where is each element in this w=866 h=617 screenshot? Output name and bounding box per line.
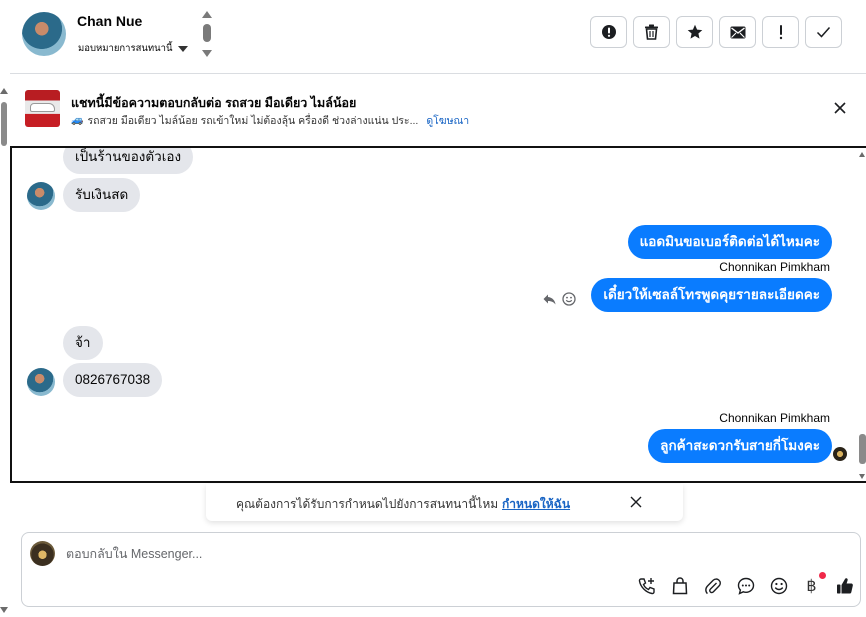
conversation-stepper[interactable] bbox=[202, 11, 212, 57]
baht-payment-icon: ฿ bbox=[806, 576, 817, 595]
contact-name[interactable]: Chan Nue bbox=[77, 13, 142, 29]
view-ad-link[interactable]: ดูโฆษณา bbox=[426, 112, 469, 129]
incoming-message[interactable]: เป็นร้านของตัวเอง bbox=[63, 148, 194, 174]
page-avatar bbox=[30, 541, 55, 566]
scroll-down-arrow-icon[interactable] bbox=[0, 607, 8, 613]
like-button[interactable] bbox=[834, 575, 855, 596]
assign-label: มอบหมายการสนทนานี้ bbox=[78, 43, 173, 54]
conversation-header: Chan Nue มอบหมายการสนทนานี้ bbox=[10, 0, 866, 74]
assign-conversation-dropdown[interactable]: มอบหมายการสนทนานี้ bbox=[78, 41, 188, 56]
outgoing-message[interactable]: แอดมินขอเบอร์ติดต่อได้ไหมคะ bbox=[627, 225, 832, 259]
payment-button[interactable]: ฿ bbox=[801, 572, 826, 596]
assign-to-me-link[interactable]: กำหนดให้ฉัน bbox=[502, 495, 570, 514]
message-actions bbox=[543, 292, 576, 306]
scrollbar-thumb[interactable] bbox=[1, 102, 7, 146]
message-sender-name: Chonnikan Pimkham bbox=[719, 260, 830, 274]
trash-icon bbox=[645, 24, 658, 40]
incoming-message[interactable]: รับเงินสด bbox=[63, 178, 141, 212]
shop-button[interactable] bbox=[669, 575, 690, 596]
composer-tools: ฿ bbox=[636, 572, 855, 596]
outgoing-message[interactable]: เดี๋ยวให้เซลล์โทรพูดคุยรายละเอียดคะ bbox=[591, 278, 832, 312]
message-sender-name: Chonnikan Pimkham bbox=[719, 411, 830, 425]
exclamation-icon bbox=[779, 25, 782, 40]
star-button[interactable] bbox=[676, 16, 713, 48]
saved-reply-icon bbox=[737, 577, 754, 595]
mark-done-button[interactable] bbox=[805, 16, 842, 48]
ad-subtitle-row: 🚙 รถสวย มือเดียว ไมล์น้อย รถเข้าใหม่ ไม่… bbox=[71, 112, 469, 129]
car-image bbox=[30, 103, 55, 112]
reminder-text: คุณต้องการได้รับการกำหนดไปยังการสนทนานี้… bbox=[236, 497, 499, 511]
incoming-message[interactable]: 0826767038 bbox=[63, 363, 163, 397]
message-thread[interactable]: เป็นร้านของตัวเอง รับเงินสด แอดมินขอเบอร… bbox=[10, 146, 866, 483]
window-scrollbar-edge bbox=[861, 494, 866, 617]
attach-button[interactable] bbox=[702, 575, 723, 596]
thumbs-up-icon bbox=[836, 577, 853, 593]
reply-icon[interactable] bbox=[543, 294, 556, 305]
alert-circle-icon bbox=[601, 25, 616, 39]
next-conversation-icon[interactable] bbox=[202, 50, 212, 57]
reply-input[interactable] bbox=[66, 543, 766, 565]
check-icon bbox=[816, 27, 831, 38]
call-add-button[interactable] bbox=[636, 575, 657, 596]
thread-scrollbar[interactable] bbox=[858, 148, 866, 481]
emoji-icon bbox=[770, 577, 787, 594]
emoji-button[interactable] bbox=[768, 575, 789, 596]
paperclip-icon bbox=[704, 577, 721, 594]
ad-reference-banner: แชทนี้มีข้อความตอบกลับต่อ รถสวย มือเดียว… bbox=[10, 80, 866, 140]
stepper-handle[interactable] bbox=[203, 24, 211, 42]
close-icon[interactable] bbox=[629, 495, 643, 509]
assignment-reminder: คุณต้องการได้รับการกำหนดไปยังการสนทนานี้… bbox=[206, 484, 683, 521]
ad-title: แชทนี้มีข้อความตอบกลับต่อ รถสวย มือเดียว… bbox=[71, 96, 357, 110]
scroll-down-arrow-icon[interactable] bbox=[859, 474, 865, 479]
caret-down-icon bbox=[177, 45, 188, 52]
ad-subtitle: รถสวย มือเดียว ไมล์น้อย รถเข้าใหม่ ไม่ต้… bbox=[87, 115, 419, 127]
delete-button[interactable] bbox=[633, 16, 670, 48]
saved-reply-button[interactable] bbox=[735, 575, 756, 596]
contact-avatar-small[interactable] bbox=[27, 368, 55, 396]
mark-spam-button[interactable] bbox=[590, 16, 627, 48]
follow-up-button[interactable] bbox=[762, 16, 799, 48]
page-scrollbar[interactable] bbox=[0, 88, 8, 617]
scroll-up-arrow-icon[interactable] bbox=[0, 88, 8, 94]
shopping-bag-icon bbox=[672, 576, 687, 594]
react-emoji-icon[interactable] bbox=[562, 292, 576, 306]
scrollbar-thumb[interactable] bbox=[859, 434, 866, 464]
mark-unread-button[interactable] bbox=[719, 16, 756, 48]
reply-composer: ฿ bbox=[21, 532, 861, 607]
conversation-toolbar bbox=[590, 16, 842, 48]
incoming-message[interactable]: จ้า bbox=[63, 326, 103, 360]
envelope-icon bbox=[730, 26, 745, 38]
notification-dot bbox=[819, 572, 826, 579]
contact-avatar-small[interactable] bbox=[27, 182, 55, 210]
car-emoji-icon: 🚙 bbox=[71, 115, 84, 126]
outgoing-message[interactable]: ลูกค้าสะดวกรับสายกี่โมงคะ bbox=[648, 429, 832, 463]
scroll-up-arrow-icon[interactable] bbox=[859, 152, 865, 157]
call-add-icon bbox=[638, 577, 655, 594]
ad-thumbnail[interactable] bbox=[25, 90, 60, 127]
seen-indicator-avatar bbox=[833, 447, 847, 461]
star-icon bbox=[687, 24, 702, 39]
close-icon[interactable] bbox=[832, 100, 848, 116]
previous-conversation-icon[interactable] bbox=[202, 11, 212, 18]
contact-avatar[interactable] bbox=[22, 12, 66, 56]
